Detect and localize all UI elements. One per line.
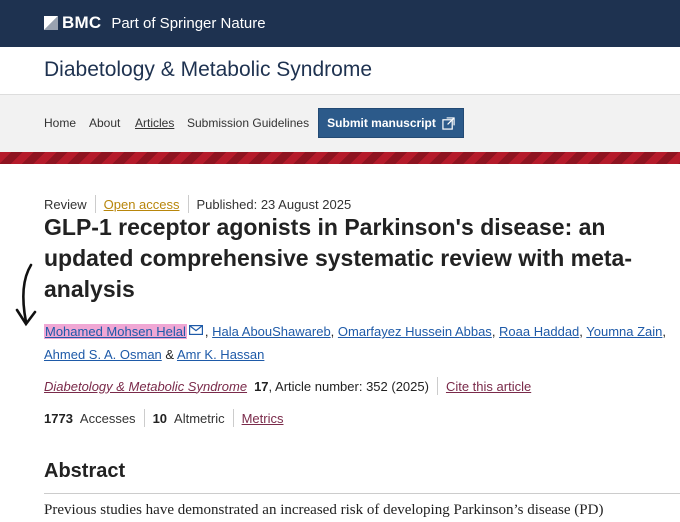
nav-articles[interactable]: Articles xyxy=(135,116,174,130)
decorative-pattern-band xyxy=(0,152,680,164)
metrics-link[interactable]: Metrics xyxy=(242,411,284,426)
nav-bar: Home About Articles Submission Guideline… xyxy=(0,95,680,152)
top-bar: BMC Part of Springer Nature xyxy=(0,0,680,47)
citation-line: Diabetology & Metabolic Syndrome 17 , Ar… xyxy=(44,377,531,395)
altmetric-label: Altmetric xyxy=(174,410,225,426)
article-title-line-3: analysis xyxy=(44,276,135,302)
nav-home[interactable]: Home xyxy=(44,116,76,130)
cite-this-article-link[interactable]: Cite this article xyxy=(446,379,531,394)
external-link-icon xyxy=(442,116,455,130)
divider xyxy=(187,195,189,213)
journal-header: Diabetology & Metabolic Syndrome xyxy=(0,47,680,95)
submit-manuscript-button[interactable]: Submit manuscript xyxy=(318,108,464,138)
article-meta: Review Open access Published: 23 August … xyxy=(44,195,351,213)
metrics-line: 1773 Accesses 10 Altmetric Metrics xyxy=(44,409,283,427)
author-link[interactable]: Ahmed S. A. Osman xyxy=(44,347,162,362)
author-link[interactable]: Hala AbouShawareb xyxy=(212,324,331,339)
divider xyxy=(232,409,234,427)
open-access-link[interactable]: Open access xyxy=(104,197,180,212)
accesses-count: 1773 xyxy=(44,410,73,426)
abstract-text: Previous studies have demonstrated an in… xyxy=(44,502,604,518)
divider xyxy=(143,409,145,427)
citation-volume: 17 xyxy=(254,378,269,394)
accesses-label: Accesses xyxy=(79,410,136,426)
author-list: Mohamed Mohsen Helal, Hala AbouShawareb,… xyxy=(44,324,667,362)
divider xyxy=(436,377,438,395)
article-title-line-1: GLP-1 receptor agonists in Parkinson's d… xyxy=(44,214,606,240)
abstract-heading: Abstract xyxy=(44,460,126,482)
brand-tagline: Part of Springer Nature xyxy=(111,14,266,32)
submit-manuscript-label: Submit manuscript xyxy=(327,116,436,130)
article-title-line-2: updated comprehensive systematic review … xyxy=(44,245,632,271)
article-type: Review xyxy=(44,196,87,212)
nav-about[interactable]: About xyxy=(89,116,120,130)
brand-name: BMC xyxy=(62,13,102,32)
citation-article-info: , Article number: 352 (2025) xyxy=(268,378,429,394)
article-title: GLP-1 receptor agonists in Parkinson's d… xyxy=(44,212,680,305)
author-link[interactable]: Amr K. Hassan xyxy=(177,347,264,362)
author-link[interactable]: Youmna Zain xyxy=(586,324,662,339)
author-link[interactable]: Omarfayez Hussein Abbas xyxy=(338,324,492,339)
author-link[interactable]: Roaa Haddad xyxy=(499,324,579,339)
email-icon[interactable] xyxy=(188,325,203,335)
author-link[interactable]: Mohamed Mohsen Helal xyxy=(44,324,187,339)
abstract-divider xyxy=(44,493,680,494)
bmc-logo-icon xyxy=(44,16,58,30)
divider xyxy=(94,195,96,213)
altmetric-count: 10 xyxy=(152,410,168,426)
published-date: Published: 23 August 2025 xyxy=(196,196,352,212)
citation-journal-link[interactable]: Diabetology & Metabolic Syndrome xyxy=(44,379,247,394)
journal-title[interactable]: Diabetology & Metabolic Syndrome xyxy=(44,58,372,82)
bmc-logo[interactable]: BMC Part of Springer Nature xyxy=(44,12,266,34)
nav-submission-guidelines[interactable]: Submission Guidelines xyxy=(187,116,309,130)
